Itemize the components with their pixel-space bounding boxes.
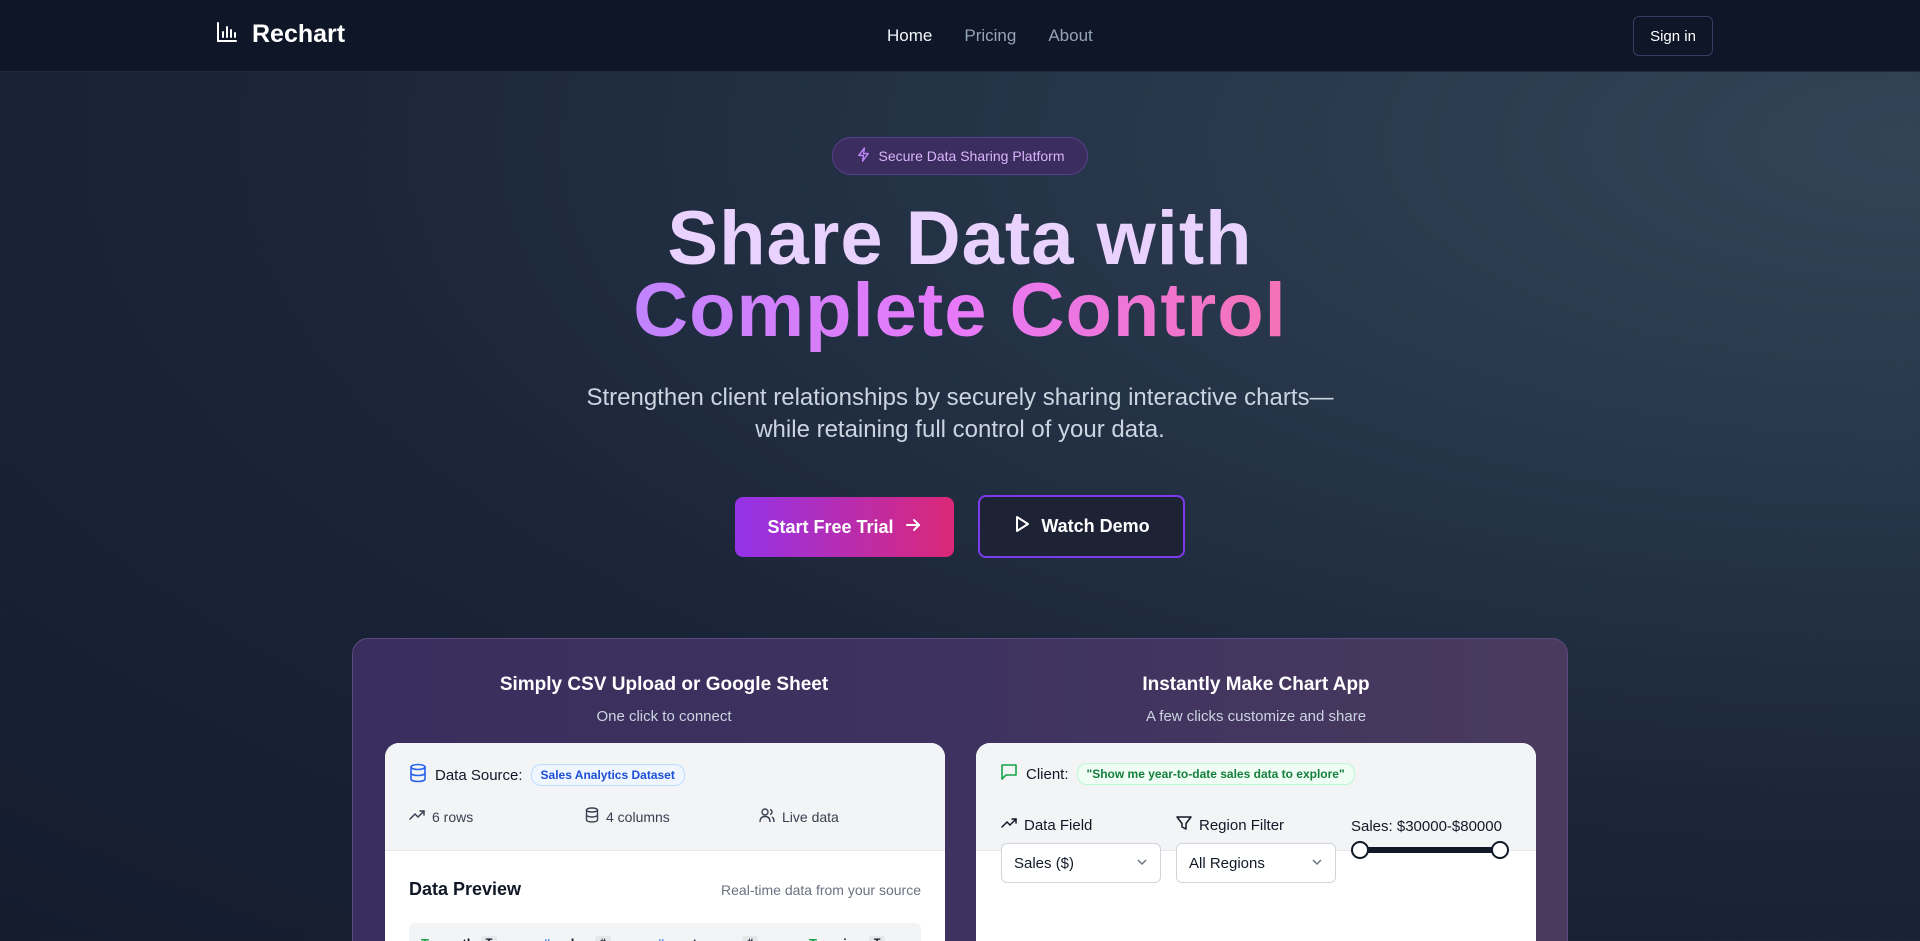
trending-up-icon bbox=[1001, 815, 1017, 835]
number-type-icon: # bbox=[657, 936, 664, 941]
rows-count-text: 6 rows bbox=[432, 808, 474, 825]
client-label: Client: bbox=[1026, 765, 1069, 783]
showcase-left-subtitle: One click to connect bbox=[596, 708, 732, 725]
sales-range-min-handle[interactable] bbox=[1351, 841, 1369, 859]
hero-badge-text: Secure Data Sharing Platform bbox=[878, 148, 1065, 164]
column-header[interactable]: # sales # bbox=[531, 923, 645, 941]
top-navbar: Rechart Home Pricing About Sign in bbox=[0, 0, 1920, 72]
data-source-header: Data Source: Sales Analytics Dataset 6 r… bbox=[385, 743, 945, 851]
arrow-right-icon bbox=[904, 516, 922, 539]
column-type: # bbox=[594, 936, 611, 941]
start-free-trial-label: Start Free Trial bbox=[767, 516, 894, 537]
showcase-right-header: Instantly Make Chart App A few clicks cu… bbox=[976, 674, 1536, 725]
region-filter-select[interactable]: All Regions bbox=[1176, 843, 1336, 883]
data-source-row: Data Source: Sales Analytics Dataset bbox=[409, 763, 685, 787]
watch-demo-label: Watch Demo bbox=[1041, 516, 1150, 536]
client-request-row: Client: "Show me year-to-date sales data… bbox=[1000, 763, 1355, 785]
showcase-left-title: Simply CSV Upload or Google Sheet bbox=[499, 674, 829, 695]
hero-title-line1: Share Data with bbox=[667, 196, 1253, 281]
lightning-icon bbox=[856, 147, 871, 165]
data-field-label: Data Field bbox=[1001, 815, 1092, 835]
nav-link-home[interactable]: Home bbox=[887, 26, 932, 46]
hero-badge: Secure Data Sharing Platform bbox=[832, 137, 1088, 175]
chevron-down-icon bbox=[1311, 855, 1323, 872]
play-icon bbox=[1013, 515, 1031, 538]
watch-demo-button[interactable]: Watch Demo bbox=[978, 495, 1185, 558]
live-data-text: Live data bbox=[782, 808, 839, 825]
column-name: region bbox=[823, 936, 863, 941]
database-small-icon bbox=[585, 807, 599, 826]
data-field-value: Sales ($) bbox=[1014, 854, 1075, 872]
text-type-icon: T bbox=[421, 936, 429, 941]
showcase-left-header: Simply CSV Upload or Google Sheet One cl… bbox=[384, 674, 944, 725]
filter-icon bbox=[1176, 815, 1192, 835]
column-type: # bbox=[741, 936, 759, 941]
sales-range-max-handle[interactable] bbox=[1491, 841, 1509, 859]
hero-headline: Share Data with Complete Control bbox=[0, 196, 1920, 368]
showcase-right-subtitle: A few clicks customize and share bbox=[1145, 708, 1367, 725]
start-free-trial-button[interactable]: Start Free Trial bbox=[735, 497, 954, 557]
bar-chart-icon bbox=[216, 21, 238, 48]
text-type-icon: T bbox=[809, 936, 817, 941]
column-name: sales bbox=[556, 936, 589, 941]
hero-title-line2: Complete Control bbox=[633, 268, 1287, 353]
data-source-name[interactable]: Sales Analytics Dataset bbox=[530, 764, 685, 786]
brand-name: Rechart bbox=[252, 20, 346, 48]
region-filter-label-text: Region Filter bbox=[1199, 816, 1285, 834]
sales-range-label: Sales: $30000-$80000 bbox=[1351, 818, 1502, 835]
data-field-select[interactable]: Sales ($) bbox=[1001, 843, 1161, 883]
sales-range-track[interactable] bbox=[1360, 847, 1500, 853]
data-preview-subtitle: Real-time data from your source bbox=[721, 882, 921, 898]
data-field-label-text: Data Field bbox=[1024, 816, 1093, 834]
data-table-header: T month T # sales # # customers # T regi… bbox=[409, 923, 921, 941]
columns-count-text: 4 columns bbox=[606, 808, 670, 825]
data-source-card: Data Source: Sales Analytics Dataset 6 r… bbox=[385, 743, 945, 941]
column-type: T bbox=[480, 936, 498, 941]
column-name: customers bbox=[670, 936, 736, 941]
client-quote: "Show me year-to-date sales data to expl… bbox=[1076, 763, 1355, 785]
database-icon bbox=[409, 763, 427, 787]
rows-count: 6 rows bbox=[409, 807, 473, 826]
chevron-down-icon bbox=[1136, 855, 1148, 872]
number-type-icon: # bbox=[543, 936, 550, 941]
users-icon bbox=[759, 807, 775, 826]
column-type: T bbox=[868, 936, 886, 941]
column-header[interactable]: T region T bbox=[797, 923, 921, 941]
showcase-right-title: Instantly Make Chart App bbox=[1142, 674, 1370, 695]
column-header[interactable]: # customers # bbox=[645, 923, 797, 941]
nav-links: Home Pricing About bbox=[887, 26, 1093, 46]
trending-up-icon bbox=[409, 807, 425, 826]
live-data: Live data bbox=[759, 807, 839, 826]
data-source-label: Data Source: bbox=[435, 766, 523, 784]
sign-in-button[interactable]: Sign in bbox=[1633, 16, 1713, 56]
column-name: month bbox=[435, 936, 475, 941]
message-icon bbox=[1000, 763, 1018, 785]
chart-app-card: Client: "Show me year-to-date sales data… bbox=[976, 743, 1536, 941]
data-preview-title: Data Preview bbox=[409, 879, 522, 899]
hero-subtitle: Strengthen client relationships by secur… bbox=[586, 384, 1334, 443]
region-filter-label: Region Filter bbox=[1176, 815, 1284, 835]
column-header[interactable]: T month T bbox=[409, 923, 531, 941]
region-filter-value: All Regions bbox=[1189, 854, 1265, 872]
nav-link-pricing[interactable]: Pricing bbox=[964, 26, 1016, 46]
brand[interactable]: Rechart bbox=[216, 20, 345, 49]
columns-count: 4 columns bbox=[585, 807, 670, 826]
nav-link-about[interactable]: About bbox=[1048, 26, 1092, 46]
